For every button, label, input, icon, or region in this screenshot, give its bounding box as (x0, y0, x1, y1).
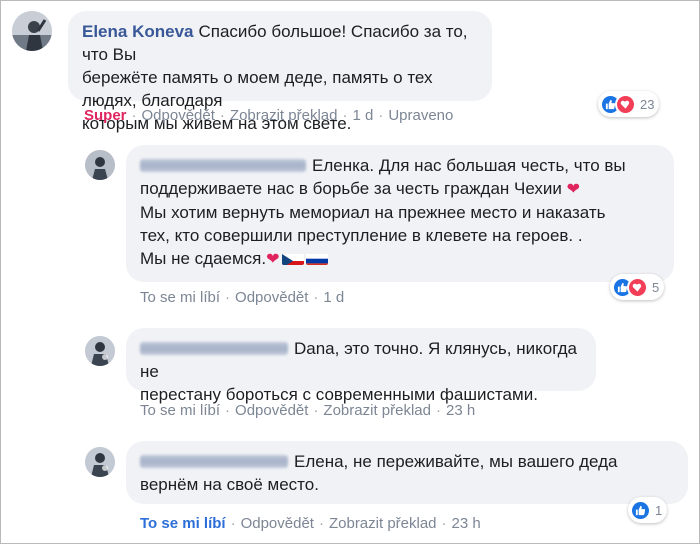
avatar[interactable] (85, 336, 115, 366)
comment-bubble: Dana, это точно. Я клянусь, никогда не п… (126, 328, 596, 404)
reaction-summary[interactable]: 1 (628, 497, 668, 523)
comment-actions: Super · Odpovědět · Zobrazit překlad · 1 d · Upr… (84, 107, 453, 124)
timestamp[interactable]: 23 h (446, 402, 475, 419)
redacted-author-name (140, 455, 288, 468)
reply-button[interactable]: Odpovědět (235, 402, 308, 419)
comment-actions: To se mi líbí · Odpovědět · Zobrazit překlad… (140, 402, 475, 419)
timestamp[interactable]: 1 d (352, 107, 373, 124)
see-translation-button[interactable]: Zobrazit překlad (230, 107, 338, 124)
comment-text: Елена, не переживайте, мы вашего деда (294, 452, 618, 471)
comment-bubble: Elena Koneva Спасибо большое! Спасибо за … (68, 11, 492, 133)
timestamp[interactable]: 1 d (323, 289, 344, 306)
like-icon (630, 499, 651, 521)
timestamp[interactable]: 23 h (452, 515, 481, 532)
separator: · (219, 107, 225, 124)
avatar-photo-icon (12, 11, 52, 51)
comment-actions: To se mi líbí · Odpovědět · Zobrazit překlad… (140, 515, 481, 532)
comment-bubble: Елена, не переживайте, мы вашего деда ве… (126, 441, 688, 504)
comment-bubble: Еленка. Для нас большая честь, что вы по… (126, 145, 674, 282)
reaction-summary[interactable]: 23 (598, 91, 660, 117)
redacted-author-name (140, 342, 288, 355)
reaction-summary[interactable]: 5 (610, 274, 665, 300)
avatar[interactable] (12, 11, 52, 51)
reaction-button[interactable]: Super (84, 107, 127, 124)
russian-flag-icon (305, 251, 328, 265)
love-icon (627, 276, 648, 298)
comment-text: Мы не сдаемся. (140, 249, 267, 268)
separator: · (131, 107, 137, 124)
comment-text: тех, кто совершили преступление в клевет… (140, 226, 583, 245)
like-button[interactable]: To se mi líbí (140, 402, 220, 419)
avatar[interactable] (85, 447, 115, 477)
reply-button[interactable]: Odpovědět (235, 289, 308, 306)
see-translation-button[interactable]: Zobrazit překlad (323, 402, 431, 419)
like-button[interactable]: To se mi líbí (140, 515, 226, 532)
avatar-photo-icon (85, 336, 115, 366)
love-icon (615, 93, 636, 115)
separator: · (225, 402, 231, 419)
comment-text: Еленка. Для нас большая честь, что вы (312, 156, 626, 175)
redacted-author-name (140, 159, 306, 172)
avatar[interactable] (85, 150, 115, 180)
reply-button[interactable]: Odpovědět (142, 107, 215, 124)
separator: · (441, 515, 447, 532)
comment-author[interactable]: Elena Koneva (82, 22, 194, 41)
reply-button[interactable]: Odpovědět (241, 515, 314, 532)
comment-text: вернём на своё место. (140, 475, 319, 494)
sparkling-heart-emoji-icon: ❤ (266, 251, 280, 268)
see-translation-button[interactable]: Zobrazit překlad (329, 515, 437, 532)
separator: · (342, 107, 348, 124)
comment-text: Мы хотим вернуть мемориал на прежнее мес… (140, 203, 606, 222)
separator: · (435, 402, 441, 419)
separator: · (313, 402, 319, 419)
comment-text: поддерживаете нас в борьбе за честь граж… (140, 179, 562, 198)
reaction-count: 5 (652, 279, 660, 295)
edited-label[interactable]: Upraveno (388, 107, 453, 124)
avatar-photo-icon (85, 150, 115, 180)
reaction-count: 23 (640, 96, 655, 112)
comment-text: бережёте память о моем деде, память о те… (82, 68, 433, 110)
reaction-count: 1 (655, 502, 663, 518)
separator: · (378, 107, 384, 124)
sparkling-heart-emoji-icon: ❤ (566, 181, 581, 198)
separator: · (225, 289, 231, 306)
separator: · (318, 515, 324, 532)
separator: · (313, 289, 319, 306)
avatar-photo-icon (85, 447, 115, 477)
czech-flag-icon (281, 251, 304, 265)
comment-actions: To se mi líbí · Odpovědět · 1 d (140, 289, 344, 306)
separator: · (230, 515, 236, 532)
like-button[interactable]: To se mi líbí (140, 289, 220, 306)
